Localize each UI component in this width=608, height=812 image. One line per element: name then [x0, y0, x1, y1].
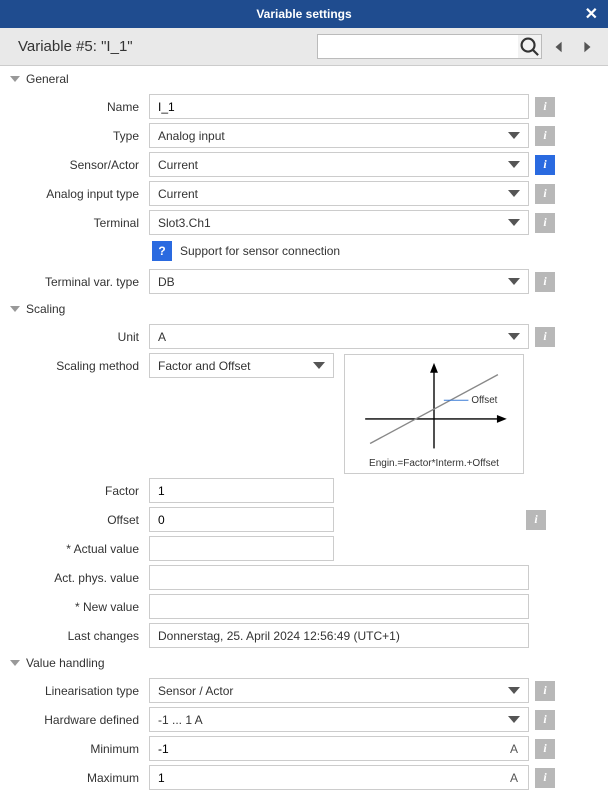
ain-type-select[interactable]: Current — [149, 181, 529, 206]
factor-input[interactable] — [149, 478, 334, 503]
min-label: Minimum — [8, 742, 143, 756]
close-icon[interactable]: ✕ — [585, 4, 598, 24]
name-label: Name — [8, 100, 143, 114]
newval-input[interactable] — [149, 594, 529, 619]
hw-label: Hardware defined — [8, 713, 143, 727]
max-unit: A — [510, 771, 518, 785]
min-input[interactable]: A — [149, 736, 529, 761]
last-value: Donnerstag, 25. April 2024 12:56:49 (UTC… — [149, 623, 529, 648]
actphys-label: Act. phys. value — [8, 571, 143, 585]
chevron-down-icon — [508, 219, 520, 226]
support-row: ? Support for sensor connection — [4, 237, 600, 267]
info-button[interactable]: i — [535, 768, 555, 788]
tvar-label: Terminal var. type — [8, 275, 143, 289]
chevron-down-icon — [508, 132, 520, 139]
chevron-left-icon — [552, 40, 566, 54]
sensor-select[interactable]: Current — [149, 152, 529, 177]
info-button[interactable]: i — [535, 126, 555, 146]
section-general-header[interactable]: General — [4, 66, 600, 92]
chevron-down-icon — [508, 333, 520, 340]
search-wrap — [317, 34, 542, 59]
collapse-icon — [10, 76, 20, 82]
lin-label: Linearisation type — [8, 684, 143, 698]
content-area: General Name i Type Analog input i Senso… — [0, 66, 608, 812]
offset-input[interactable] — [149, 507, 334, 532]
section-scaling-title: Scaling — [26, 302, 65, 316]
info-button[interactable]: i — [535, 155, 555, 175]
chevron-down-icon — [313, 362, 325, 369]
support-text: Support for sensor connection — [180, 244, 340, 258]
chevron-down-icon — [508, 687, 520, 694]
title-bar: Variable settings ✕ — [0, 0, 608, 28]
search-icon — [518, 35, 541, 58]
offset-label: Offset — [8, 513, 143, 527]
prev-button[interactable] — [548, 36, 570, 58]
header-bar: Variable #5: "I_1" — [0, 28, 608, 66]
factor-label: Factor — [8, 484, 143, 498]
max-label: Maximum — [8, 771, 143, 785]
chevron-down-icon — [508, 190, 520, 197]
info-button[interactable]: i — [535, 681, 555, 701]
diagram-caption: Engin.=Factor*Interm.+Offset — [345, 458, 523, 469]
dialog-title: Variable settings — [256, 7, 351, 21]
diagram-offset-label: Offset — [471, 395, 497, 406]
chevron-right-icon — [580, 40, 594, 54]
type-label: Type — [8, 129, 143, 143]
actphys-value — [149, 565, 529, 590]
page-title: Variable #5: "I_1" — [18, 38, 133, 55]
unit-select[interactable]: A — [149, 324, 529, 349]
info-button[interactable]: i — [535, 710, 555, 730]
diagram-svg: Offset — [345, 355, 523, 473]
unit-label: Unit — [8, 330, 143, 344]
terminal-select[interactable]: Slot3.Ch1 — [149, 210, 529, 235]
lin-select[interactable]: Sensor / Actor — [149, 678, 529, 703]
sensor-label: Sensor/Actor — [8, 158, 143, 172]
scaling-diagram: Offset Engin.=Factor*Interm.+Offset — [344, 354, 524, 474]
name-input[interactable] — [149, 94, 529, 119]
info-button[interactable]: i — [535, 213, 555, 233]
section-scaling-header[interactable]: Scaling — [4, 296, 600, 322]
tvar-select[interactable]: DB — [149, 269, 529, 294]
max-input[interactable]: A — [149, 765, 529, 790]
terminal-label: Terminal — [8, 216, 143, 230]
newval-label: * New value — [8, 600, 143, 614]
info-button[interactable]: i — [535, 327, 555, 347]
section-general-title: General — [26, 72, 69, 86]
hw-select[interactable]: -1 ... 1 A — [149, 707, 529, 732]
info-button[interactable]: i — [535, 272, 555, 292]
type-select[interactable]: Analog input — [149, 123, 529, 148]
help-icon[interactable]: ? — [152, 241, 172, 261]
method-select[interactable]: Factor and Offset — [149, 353, 334, 378]
last-label: Last changes — [8, 629, 143, 643]
collapse-icon — [10, 660, 20, 666]
next-button[interactable] — [576, 36, 598, 58]
chevron-down-icon — [508, 161, 520, 168]
collapse-icon — [10, 306, 20, 312]
search-button[interactable] — [518, 34, 542, 59]
actual-label: * Actual value — [8, 542, 143, 556]
info-button[interactable]: i — [526, 510, 546, 530]
info-button[interactable]: i — [535, 739, 555, 759]
chevron-down-icon — [508, 716, 520, 723]
method-label: Scaling method — [8, 353, 143, 373]
info-button[interactable]: i — [535, 184, 555, 204]
min-unit: A — [510, 742, 518, 756]
chevron-down-icon — [508, 278, 520, 285]
section-valhandling-header[interactable]: Value handling — [4, 650, 600, 676]
ain-type-label: Analog input type — [8, 187, 143, 201]
section-valhandling-title: Value handling — [26, 656, 105, 670]
search-input[interactable] — [317, 34, 542, 59]
info-button[interactable]: i — [535, 97, 555, 117]
actual-value — [149, 536, 334, 561]
